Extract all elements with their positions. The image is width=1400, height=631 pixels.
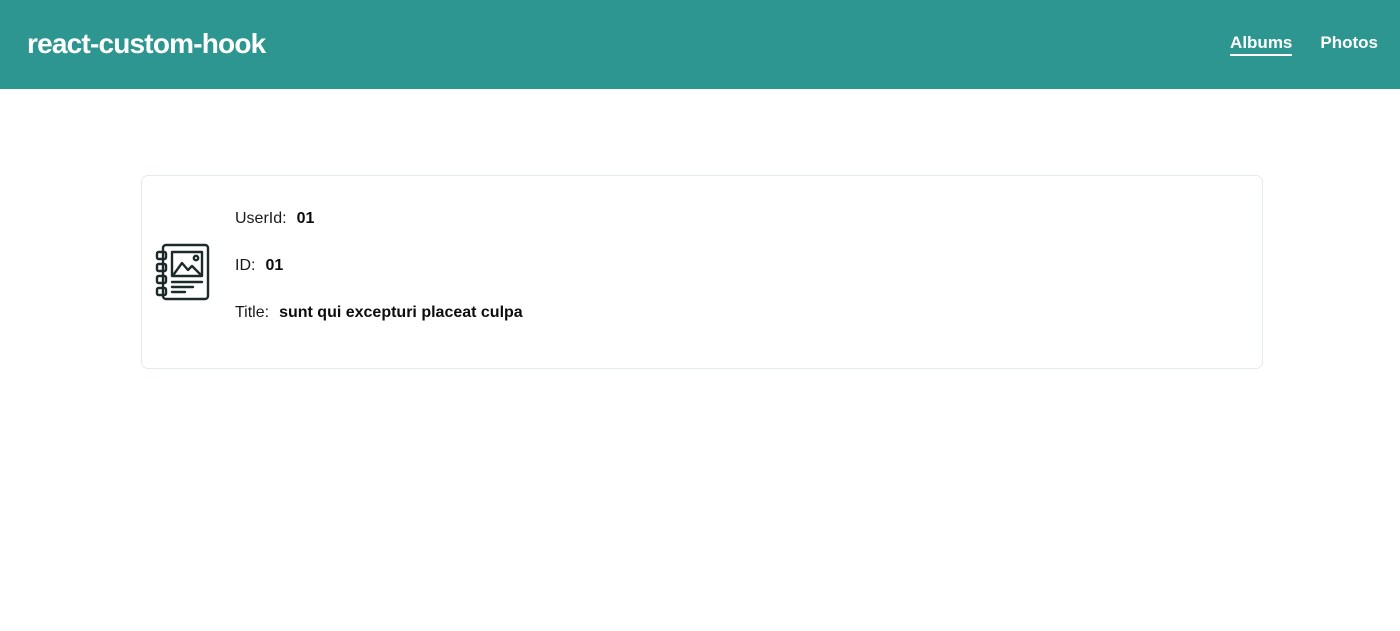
top-navbar: react-custom-hook Albums Photos <box>0 0 1400 89</box>
user-id-value: 01 <box>296 210 315 227</box>
main-nav: Albums Photos <box>1230 33 1378 56</box>
album-details: UserId: 01 ID: 01 Title: sunt qui except… <box>235 209 523 350</box>
title-label: Title: <box>235 304 270 321</box>
user-id-row: UserId: 01 <box>235 209 523 256</box>
id-row: ID: 01 <box>235 256 523 303</box>
brand-logo-link[interactable]: react-custom-hook <box>27 28 266 60</box>
id-value: 01 <box>265 257 284 274</box>
title-row: Title: sunt qui excepturi placeat culpa <box>235 303 523 350</box>
main-content: UserId: 01 ID: 01 Title: sunt qui except… <box>0 89 1400 631</box>
nav-link-albums[interactable]: Albums <box>1230 33 1293 56</box>
album-card: UserId: 01 ID: 01 Title: sunt qui except… <box>141 175 1263 369</box>
id-label: ID: <box>235 257 256 274</box>
title-value: sunt qui excepturi placeat culpa <box>279 304 523 321</box>
photo-album-icon <box>155 243 211 301</box>
user-id-label: UserId: <box>235 210 287 227</box>
nav-link-photos[interactable]: Photos <box>1320 33 1378 56</box>
